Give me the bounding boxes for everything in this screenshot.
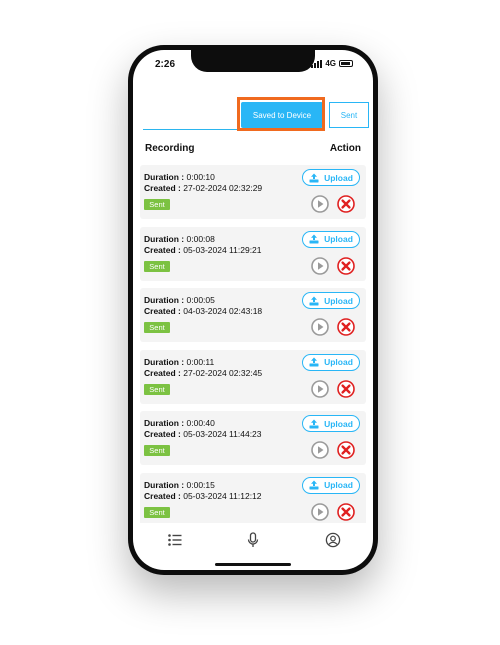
recording-card: Duration : 0:00:08 Created : 05-03-2024 … [140,226,366,281]
delete-icon[interactable] [337,318,355,336]
created-row: Created : 27-02-2024 02:32:29 [144,183,262,193]
list-header: Recording Action [145,143,361,154]
signal-icon [311,59,323,68]
created-label: Created : [144,306,181,316]
created-label: Created : [144,367,181,378]
duration-row: Duration : 0:00:05 [144,295,215,305]
created-row: Created : 04-03-2024 02:43:18 [144,306,262,316]
status-badge: Sent [144,322,170,333]
list-icon[interactable] [167,532,183,548]
duration-label: Duration : [144,356,185,367]
play-icon[interactable] [311,441,329,459]
upload-icon [309,480,319,490]
upload-button[interactable]: Upload [302,476,360,494]
upload-button[interactable]: Upload [302,353,360,371]
tab-underline [143,129,238,130]
battery-icon [339,60,353,67]
duration-value: 0:00:05 [186,295,215,305]
status-badge: Sent [144,506,170,518]
app-screen: 2:26 4G Saved to Device Sent Recording A… [133,50,373,570]
status-badge: Sent [144,383,170,395]
notch [191,50,315,72]
recording-card: Duration : 0:00:15 Created : 05-03-2024 … [140,472,366,523]
created-row: Created : 27-02-2024 02:32:45 [144,368,262,378]
upload-icon [309,357,319,367]
bottom-nav [133,528,373,558]
delete-icon[interactable] [337,441,355,459]
duration-row: Duration : 0:00:40 [144,418,215,428]
duration-row: Duration : 0:00:15 [144,480,215,490]
upload-label: Upload [324,172,353,183]
home-indicator [215,563,291,566]
delete-icon[interactable] [337,379,355,398]
created-label: Created : [144,244,181,255]
created-label: Created : [144,490,181,501]
status-badge: Sent [144,260,170,272]
duration-row: Duration : 0:00:11 [144,357,214,367]
upload-icon [309,234,319,244]
upload-label: Upload [324,234,353,244]
duration-label: Duration : [144,418,185,428]
upload-button[interactable]: Upload [302,292,360,309]
microphone-icon[interactable] [245,532,261,548]
duration-value: 0:00:15 [186,479,215,490]
duration-value: 0:00:08 [186,233,215,244]
created-value: 04-03-2024 02:43:18 [183,306,263,316]
duration-row: Duration : 0:00:10 [144,172,215,182]
recording-header: Recording [145,143,195,154]
profile-icon[interactable] [325,532,341,548]
upload-button[interactable]: Upload [302,169,360,186]
delete-icon[interactable] [337,195,355,213]
duration-label: Duration : [144,233,185,244]
created-value: 05-03-2024 11:44:23 [183,429,262,439]
upload-label: Upload [324,357,353,367]
play-icon[interactable] [311,379,329,398]
recordings-list[interactable]: Duration : 0:00:10 Created : 27-02-2024 … [140,163,366,523]
upload-icon [309,419,319,428]
action-header: Action [329,143,361,154]
duration-label: Duration : [144,295,185,305]
play-icon[interactable] [311,502,329,521]
recording-card: Duration : 0:00:10 Created : 27-02-2024 … [140,165,366,219]
status-badge: Sent [144,445,170,456]
play-icon[interactable] [311,318,329,336]
created-value: 05-03-2024 11:12:12 [183,490,262,501]
upload-label: Upload [324,418,353,429]
upload-button[interactable]: Upload [302,415,360,432]
recording-card: Duration : 0:00:05 Created : 04-03-2024 … [140,288,366,342]
delete-icon[interactable] [337,502,355,521]
play-icon[interactable] [311,256,329,275]
upload-icon [309,296,319,305]
duration-label: Duration : [144,479,185,490]
tab-bar: Saved to Device Sent [143,97,369,131]
duration-value: 0:00:40 [186,418,215,428]
created-value: 27-02-2024 02:32:45 [183,367,263,378]
recording-card: Duration : 0:00:40 Created : 05-03-2024 … [140,411,366,465]
created-value: 27-02-2024 02:32:29 [183,183,263,193]
duration-value: 0:00:10 [186,172,215,182]
created-value: 05-03-2024 11:29:21 [183,244,262,255]
recording-card: Duration : 0:00:11 Created : 27-02-2024 … [140,349,366,404]
highlight-box [237,97,325,131]
upload-label: Upload [324,480,353,490]
upload-icon [309,173,319,182]
duration-value: 0:00:11 [186,356,215,367]
network-label: 4G [325,59,336,68]
created-label: Created : [144,429,181,439]
created-row: Created : 05-03-2024 11:44:23 [144,429,262,439]
tab-sent[interactable]: Sent [329,102,369,128]
duration-label: Duration : [144,172,185,182]
upload-button[interactable]: Upload [302,230,360,248]
created-row: Created : 05-03-2024 11:29:21 [144,245,262,255]
upload-label: Upload [324,295,353,306]
status-time: 2:26 [155,59,176,70]
created-label: Created : [144,183,181,193]
play-icon[interactable] [311,195,329,213]
created-row: Created : 05-03-2024 11:12:12 [144,491,262,501]
phone-frame: 2:26 4G Saved to Device Sent Recording A… [128,45,378,575]
delete-icon[interactable] [337,256,355,275]
duration-row: Duration : 0:00:08 [144,234,215,244]
status-badge: Sent [144,199,170,210]
status-indicators: 4G [311,59,353,68]
